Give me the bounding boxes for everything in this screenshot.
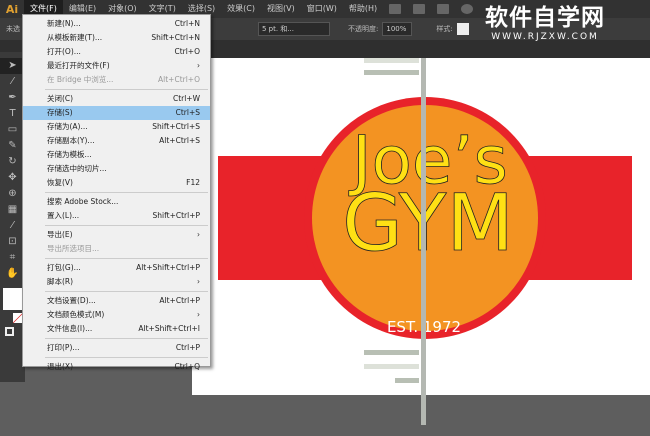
menu-item-label: 从模板新建(T)... (47, 33, 103, 42)
file-menu-item[interactable]: 存储选中的切片... (23, 162, 210, 176)
menu-item-shortcut: Alt+Ctrl+P (159, 296, 200, 305)
file-menu-item[interactable]: 存储为(A)... Shift+Ctrl+S (23, 120, 210, 134)
file-menu-item[interactable]: 搜索 Adobe Stock... (23, 195, 210, 209)
opacity-label: 不透明度: (348, 25, 379, 33)
menu-item-label: 搜索 Adobe Stock... (47, 197, 119, 206)
menu-item-label: 退出(X) (47, 362, 73, 371)
file-menu-item[interactable]: 最近打开的文件(F) › (23, 59, 210, 73)
menu-8[interactable]: 帮助(H) (343, 0, 383, 18)
guide-bar-overflow (421, 395, 426, 425)
menu-item-shortcut: Alt+Shift+Ctrl+P (136, 263, 200, 272)
file-menu-item: 导出所选项目... (23, 242, 210, 256)
stroke-profile-select[interactable]: 5 pt. 和... (258, 22, 330, 36)
menu-item-shortcut: Ctrl+S (175, 108, 200, 117)
menu-item-shortcut: Ctrl+W (172, 94, 200, 103)
menu-item-shortcut: › (197, 61, 200, 70)
menu-item-label: 文件信息(I)... (47, 324, 93, 333)
opacity-input[interactable]: 100% (382, 22, 413, 36)
menu-item-shortcut: Ctrl+O (174, 47, 200, 56)
menu-item-label: 存储(S) (47, 108, 73, 117)
menu-separator (45, 192, 208, 193)
menu-item-shortcut: Alt+Ctrl+S (159, 136, 200, 145)
logo-line2: GYM (342, 179, 514, 269)
watermark-url: WWW.RJZXW.COM (491, 32, 599, 42)
menu-item-label: 打包(G)... (47, 263, 81, 272)
menu-separator (45, 258, 208, 259)
menu-item-label: 置入(L)... (47, 211, 80, 220)
menu-item-label: 打印(P)... (47, 343, 80, 352)
menu-item-label: 导出所选项目... (47, 244, 100, 253)
draw-mode-icon[interactable] (5, 327, 14, 336)
file-menu-item[interactable]: 文档设置(D)... Alt+Ctrl+P (23, 294, 210, 308)
file-menu-dropdown: 新建(N)... Ctrl+N 从模板新建(T)... Shift+Ctrl+N 打开(… (22, 14, 211, 371)
menu-item-shortcut: › (197, 230, 200, 239)
menu-item-shortcut: › (197, 310, 200, 319)
menu-separator (45, 89, 208, 90)
menu-item-shortcut: Shift+Ctrl+S (152, 122, 200, 131)
file-menu-item[interactable]: 存储为模板... (23, 148, 210, 162)
menu-separator (45, 338, 208, 339)
file-menu-item[interactable]: 打开(O)... Ctrl+O (23, 45, 210, 59)
vertical-guide-bar (421, 58, 426, 395)
menu-item-shortcut: Shift+Ctrl+P (152, 211, 200, 220)
menu-item-label: 文档设置(D)... (47, 296, 96, 305)
menu-separator (45, 225, 208, 226)
menu-7[interactable]: 窗口(W) (301, 0, 343, 18)
file-menu-item[interactable]: 从模板新建(T)... Shift+Ctrl+N (23, 31, 210, 45)
watermark-title: 软件自学网 (485, 5, 605, 31)
menu-item-label: 导出(E) (47, 230, 73, 239)
artboard[interactable]: Joe’s GYM EST. 1972 (192, 58, 650, 395)
menu-item-label: 打开(O)... (47, 47, 81, 56)
stock-icon[interactable] (413, 4, 426, 14)
style-swatch[interactable] (456, 23, 469, 35)
app-logo: Ai (5, 2, 19, 16)
menu-5[interactable]: 效果(C) (221, 0, 261, 18)
menu-item-label: 存储为(A)... (47, 122, 88, 131)
file-menu-item[interactable]: 恢复(V) F12 (23, 176, 210, 190)
menu-item-label: 最近打开的文件(F) (47, 61, 110, 70)
menu-item-label: 文档颜色模式(M) (47, 310, 105, 319)
menu-item-shortcut: › (197, 277, 200, 286)
menu-item-shortcut: F12 (186, 178, 200, 187)
file-menu-item[interactable]: 脚本(R) › (23, 275, 210, 289)
bridge-icon[interactable] (389, 4, 402, 14)
menu-item-shortcut: Alt+Ctrl+O (158, 75, 200, 84)
selection-status: 未选 (6, 25, 20, 33)
file-menu-item[interactable]: 关闭(C) Ctrl+W (23, 92, 210, 106)
menu-item-label: 新建(N)... (47, 19, 81, 28)
menu-item-label: 存储为模板... (47, 150, 92, 159)
menu-item-label: 恢复(V) (47, 178, 73, 187)
file-menu-item[interactable]: 打印(P)... Ctrl+P (23, 341, 210, 355)
menu-item-shortcut: Shift+Ctrl+N (151, 33, 200, 42)
menu-item-shortcut: Ctrl+P (175, 343, 200, 352)
file-menu-item[interactable]: 退出(X) Ctrl+Q (23, 360, 210, 374)
file-menu-item[interactable]: 文档颜色模式(M) › (23, 308, 210, 322)
menu-item-shortcut: Ctrl+N (174, 19, 200, 28)
file-menu-item[interactable]: 新建(N)... Ctrl+N (23, 17, 210, 31)
menu-item-shortcut: Ctrl+Q (174, 362, 200, 371)
menu-separator (45, 357, 208, 358)
style-label: 样式: (436, 25, 453, 33)
menu-item-label: 存储副本(Y)... (47, 136, 95, 145)
gpu-icon[interactable] (461, 4, 474, 14)
gym-logo-artwork: Joe’s GYM EST. 1972 (218, 58, 632, 395)
menu-item-shortcut: Alt+Shift+Ctrl+I (138, 324, 200, 333)
file-menu-item[interactable]: 存储(S) Ctrl+S (23, 106, 210, 120)
file-menu-item: 在 Bridge 中浏览... Alt+Ctrl+O (23, 73, 210, 87)
menu-item-label: 脚本(R) (47, 277, 74, 286)
file-menu-item[interactable]: 文件信息(I)... Alt+Shift+Ctrl+I (23, 322, 210, 336)
menu-6[interactable]: 视图(V) (261, 0, 301, 18)
file-menu-item[interactable]: 置入(L)... Shift+Ctrl+P (23, 209, 210, 223)
arrange-documents-icon[interactable] (437, 4, 450, 14)
menu-separator (45, 291, 208, 292)
menu-item-label: 在 Bridge 中浏览... (47, 75, 114, 84)
file-menu-item[interactable]: 存储副本(Y)... Alt+Ctrl+S (23, 134, 210, 148)
menu-item-label: 关闭(C) (47, 94, 74, 103)
file-menu-item[interactable]: 导出(E) › (23, 228, 210, 242)
watermark: 软件自学网 WWW.RJZXW.COM (485, 4, 605, 43)
menu-item-label: 存储选中的切片... (47, 164, 107, 173)
file-menu-item[interactable]: 打包(G)... Alt+Shift+Ctrl+P (23, 261, 210, 275)
